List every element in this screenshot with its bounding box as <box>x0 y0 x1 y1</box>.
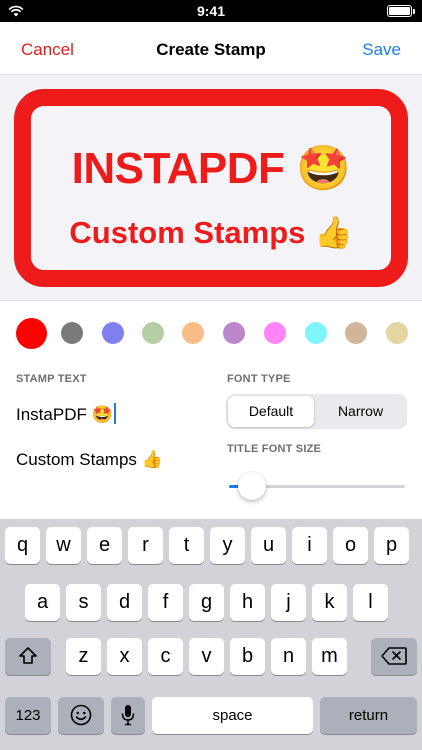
key-r[interactable]: r <box>128 527 163 564</box>
key-z[interactable]: z <box>66 638 101 675</box>
font-type-control: Default Narrow <box>226 394 407 429</box>
font-option-narrow[interactable]: Narrow <box>316 396 405 427</box>
color-swatch[interactable] <box>15 317 47 349</box>
key-x[interactable]: x <box>107 638 142 675</box>
key-j[interactable]: j <box>271 584 306 621</box>
color-swatch[interactable] <box>264 322 286 344</box>
dictation-key[interactable] <box>111 697 145 734</box>
key-l[interactable]: l <box>353 584 388 621</box>
color-swatch[interactable] <box>345 322 367 344</box>
space-key[interactable]: space <box>152 697 313 734</box>
font-type-label: FONT TYPE <box>227 373 291 385</box>
key-i[interactable]: i <box>292 527 327 564</box>
key-q[interactable]: q <box>5 527 40 564</box>
return-key[interactable]: return <box>320 697 417 734</box>
key-p[interactable]: p <box>374 527 409 564</box>
key-s[interactable]: s <box>66 584 101 621</box>
create-stamp-sheet: Cancel Create Stamp Save INSTAPDF 🤩 Cust… <box>0 22 422 750</box>
slider-thumb[interactable] <box>238 472 266 500</box>
page-title: Create Stamp <box>156 40 266 59</box>
stamp-text-label: STAMP TEXT <box>16 373 87 385</box>
title-font-size-label: TITLE FONT SIZE <box>227 443 322 455</box>
stamp-preview-title: INSTAPDF 🤩 <box>71 144 351 193</box>
status-time: 9:41 <box>196 3 226 19</box>
status-bar: 9:41 <box>0 0 422 22</box>
stamp-line1-field[interactable]: InstaPDF 🤩 <box>16 403 116 425</box>
stamp-line2-field[interactable]: Custom Stamps 👍 <box>16 450 163 470</box>
microphone-icon <box>121 705 135 726</box>
color-swatch[interactable] <box>142 322 164 344</box>
stamp-line1-text: InstaPDF 🤩 <box>16 405 113 424</box>
color-swatch[interactable] <box>223 322 245 344</box>
emoji-icon <box>70 704 92 726</box>
shift-icon <box>19 647 37 664</box>
color-swatch[interactable] <box>102 322 124 344</box>
stamp-preview-subtitle: Custom Stamps 👍 <box>69 215 353 250</box>
stamp-preview: INSTAPDF 🤩 Custom Stamps 👍 <box>14 89 408 287</box>
navigation-bar: Cancel Create Stamp Save <box>0 22 422 75</box>
text-cursor <box>113 403 116 424</box>
key-u[interactable]: u <box>251 527 286 564</box>
key-k[interactable]: k <box>312 584 347 621</box>
color-swatch[interactable] <box>305 322 327 344</box>
font-option-default[interactable]: Default <box>228 396 314 427</box>
battery-icon <box>387 5 415 17</box>
key-b[interactable]: b <box>230 638 265 675</box>
key-f[interactable]: f <box>148 584 183 621</box>
delete-key[interactable] <box>371 638 417 675</box>
key-d[interactable]: d <box>107 584 142 621</box>
key-h[interactable]: h <box>230 584 265 621</box>
key-w[interactable]: w <box>46 527 81 564</box>
color-picker <box>0 317 422 349</box>
save-button[interactable]: Save <box>362 40 401 60</box>
stamp-preview-area: INSTAPDF 🤩 Custom Stamps 👍 <box>0 75 422 301</box>
key-a[interactable]: a <box>25 584 60 621</box>
key-t[interactable]: t <box>169 527 204 564</box>
key-c[interactable]: c <box>148 638 183 675</box>
key-o[interactable]: o <box>333 527 368 564</box>
color-swatch[interactable] <box>61 322 83 344</box>
key-v[interactable]: v <box>189 638 224 675</box>
key-n[interactable]: n <box>271 638 306 675</box>
color-swatch[interactable] <box>386 322 408 344</box>
keyboard: 123 space return qwertyuiop asdfghjkl zxcv… <box>0 519 422 750</box>
shift-key[interactable] <box>5 638 51 675</box>
emoji-key[interactable] <box>58 697 104 734</box>
numbers-key[interactable]: 123 <box>5 697 51 734</box>
key-e[interactable]: e <box>87 527 122 564</box>
color-swatch[interactable] <box>182 322 204 344</box>
delete-icon <box>381 647 407 665</box>
key-m[interactable]: m <box>312 638 347 675</box>
key-g[interactable]: g <box>189 584 224 621</box>
key-y[interactable]: y <box>210 527 245 564</box>
